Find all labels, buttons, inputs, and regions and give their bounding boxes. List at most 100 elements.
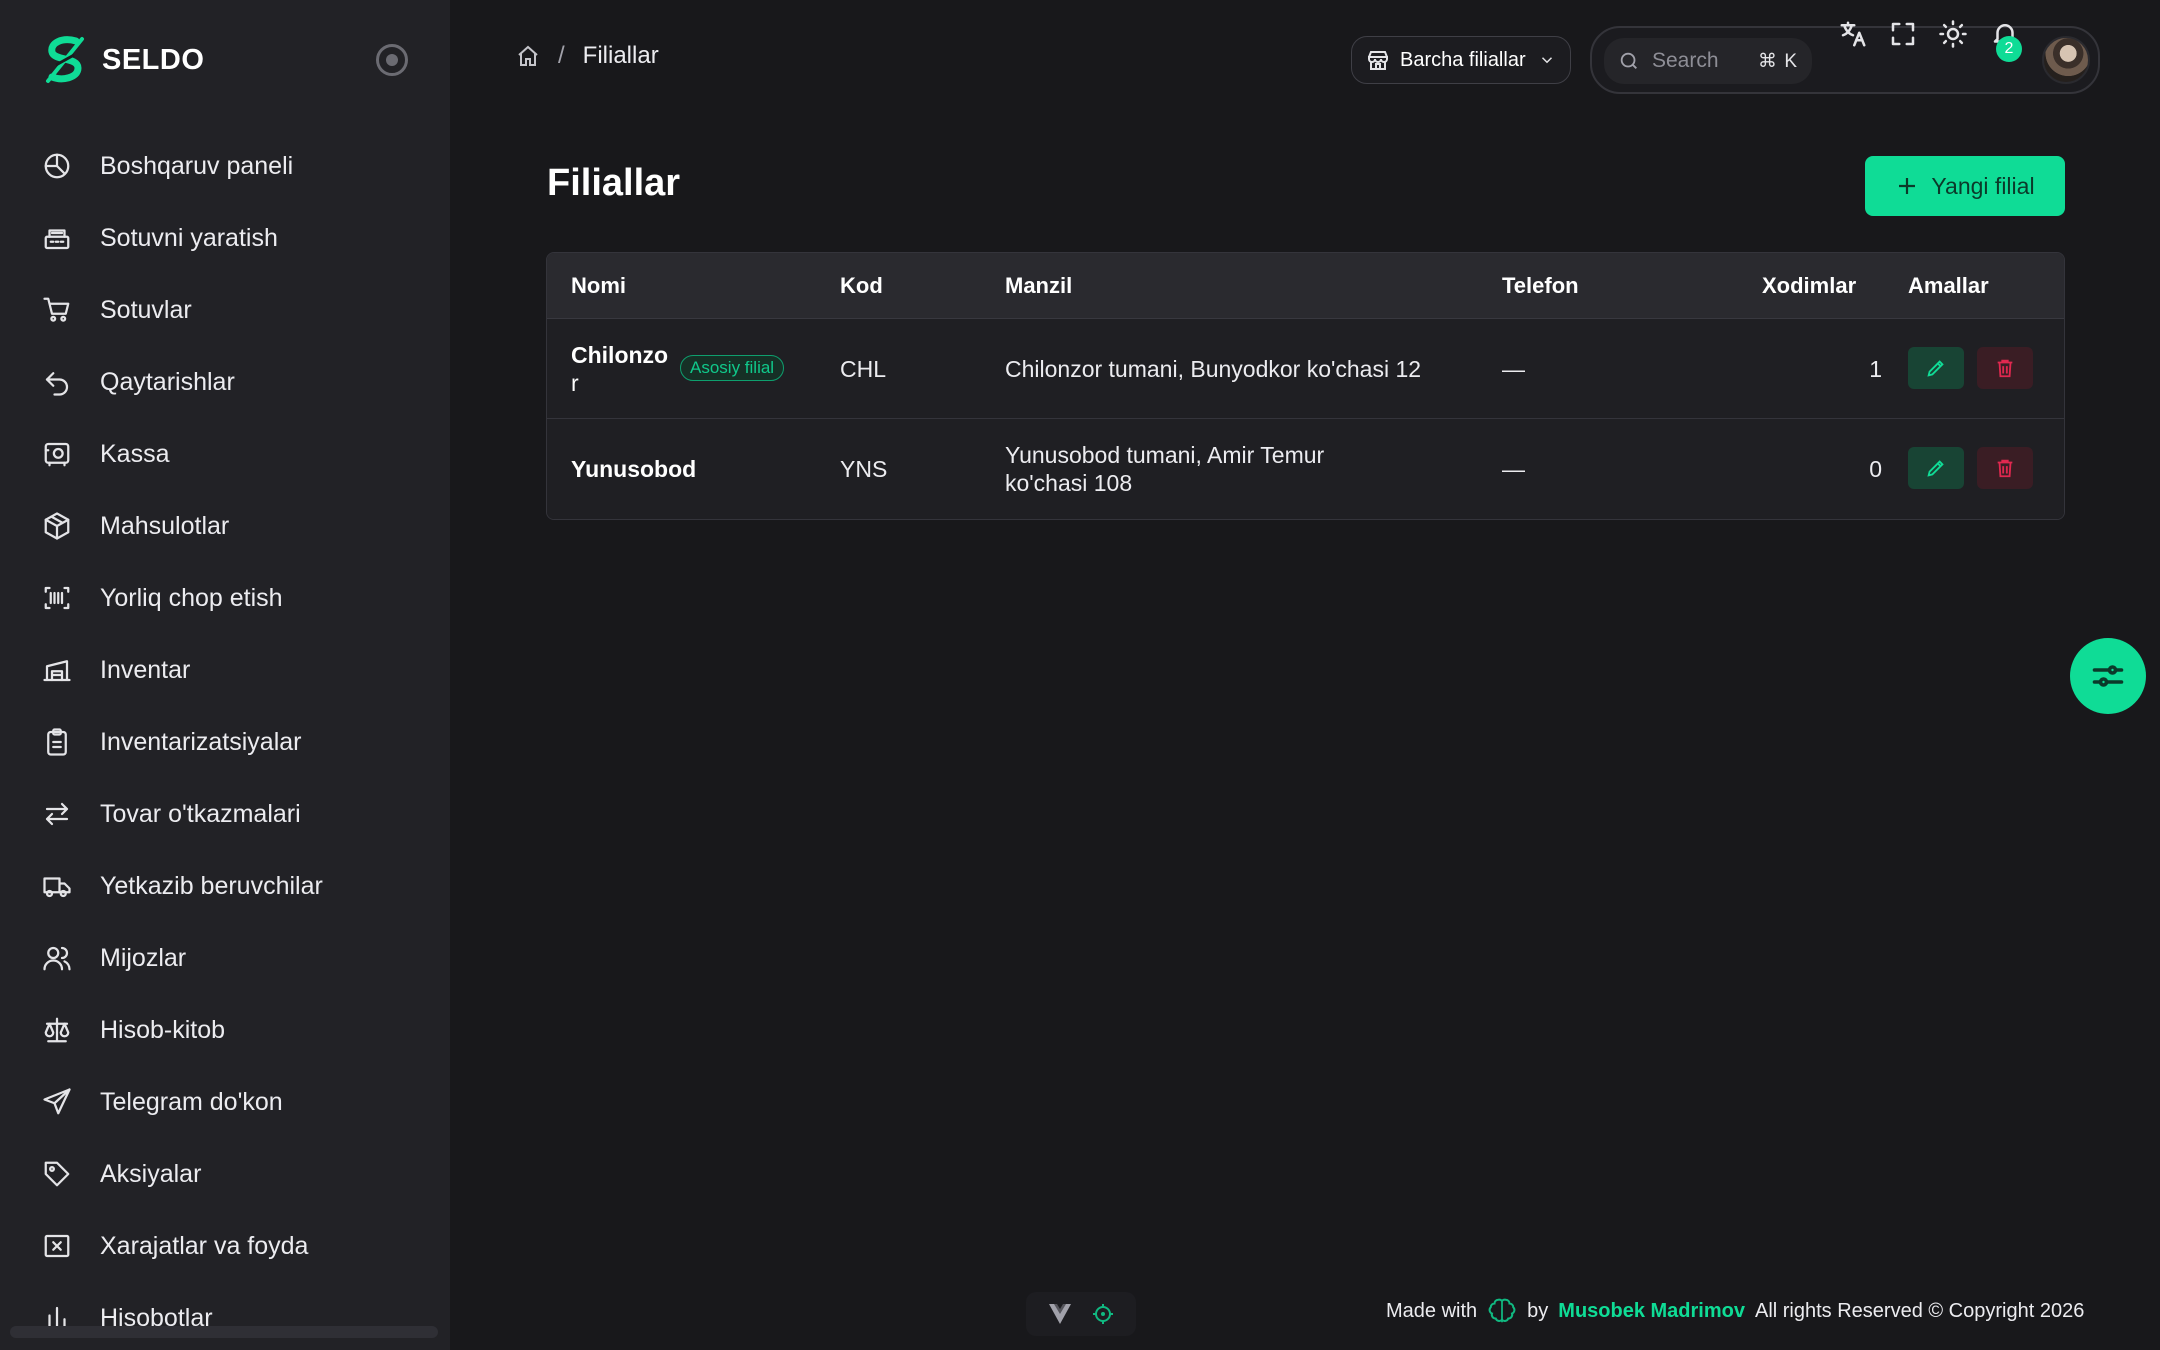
- translate-icon[interactable]: [1838, 19, 1868, 49]
- plus-icon: [1899, 178, 1916, 194]
- sidebar-item-sales[interactable]: Sotuvlar: [0, 274, 450, 346]
- brand[interactable]: SELDO: [42, 34, 204, 86]
- box-icon: [42, 511, 72, 541]
- vue-logo-icon: [1048, 1304, 1071, 1324]
- delete-button[interactable]: [1977, 447, 2033, 489]
- footer-copyright: All rights Reserved © Copyright 2026: [1754, 1299, 2085, 1322]
- warehouse-icon: [42, 655, 72, 685]
- branch-code: YNS: [840, 456, 888, 482]
- column-header-staff[interactable]: Xodimlar: [1762, 273, 1856, 299]
- trash-icon: [1997, 359, 2013, 378]
- sun-icon[interactable]: [1938, 19, 1968, 49]
- new-branch-button-label: Yangi filial: [1931, 172, 2035, 199]
- devtools-toggle[interactable]: [1026, 1292, 1136, 1336]
- branch-name: Yunusobod: [571, 456, 697, 482]
- sidebar-item-stocktakes[interactable]: Inventarizatsiyalar: [0, 706, 450, 778]
- notification-badge: 2: [1996, 36, 2022, 62]
- sidebar: SELDO Boshqaruv paneli Sotuvni yaratish …: [0, 0, 450, 1350]
- table-row: Chilonzo r Asosiy filial CHL Chilonzor t…: [547, 319, 2064, 419]
- column-header-address[interactable]: Manzil: [1005, 273, 1072, 299]
- cash-register-icon: [42, 223, 72, 253]
- sidebar-item-transfers[interactable]: Tovar o'tkazmalari: [0, 778, 450, 850]
- branch-code: CHL: [840, 356, 887, 382]
- branch-address-line: Yunusobod tumani, Amir Temur: [1005, 442, 1325, 468]
- crosshair-icon: [1092, 1304, 1113, 1324]
- column-header-name[interactable]: Nomi: [571, 273, 626, 299]
- sidebar-item-accounting[interactable]: Hisob-kitob: [0, 994, 450, 1066]
- delete-button[interactable]: [1977, 347, 2033, 389]
- pencil-icon: [1927, 360, 1944, 377]
- page-title: Filiallar: [547, 162, 681, 204]
- branch-address-line: ko'chasi 108: [1005, 470, 1133, 496]
- pencil-icon: [1927, 460, 1944, 477]
- footer: Made with by Musobek Madrimov All rights…: [1386, 1296, 2084, 1326]
- return-icon: [42, 367, 72, 397]
- settings-fab-button[interactable]: [2070, 638, 2146, 714]
- footer-made-with: Made with: [1386, 1299, 1478, 1322]
- branch-select-value: Barcha filiallar: [1400, 48, 1526, 71]
- seldo-logo-icon: [46, 36, 84, 83]
- home-icon[interactable]: [516, 44, 540, 68]
- breadcrumb: / Filiallar: [516, 42, 659, 70]
- sidebar-scrollbar[interactable]: [10, 1326, 438, 1338]
- scale-icon: [42, 1015, 72, 1045]
- footer-author-link[interactable]: Musobek Madrimov: [1558, 1300, 1745, 1323]
- fullscreen-icon[interactable]: [1888, 19, 1918, 49]
- branch-phone: —: [1502, 356, 1525, 382]
- sidebar-item-telegram-shop[interactable]: Telegram do'kon: [0, 1066, 450, 1138]
- users-icon: [42, 943, 72, 973]
- cart-icon: [42, 295, 72, 325]
- sidebar-item-suppliers[interactable]: Yetkazib beruvchilar: [0, 850, 450, 922]
- search-input[interactable]: Search ⌘ K: [1604, 38, 1812, 84]
- sidebar-item-label: Qaytarishlar: [100, 367, 235, 396]
- clipboard-icon: [42, 727, 72, 757]
- search-shortcut: ⌘ K: [1758, 50, 1798, 72]
- table-row: Yunusobod YNS Yunusobod tumani, Amir Tem…: [547, 419, 2064, 519]
- sidebar-item-label: Hisob-kitob: [100, 1015, 226, 1044]
- footer-by: by: [1527, 1299, 1549, 1322]
- column-header-phone[interactable]: Telefon: [1502, 273, 1579, 299]
- sidebar-item-inventory[interactable]: Inventar: [0, 634, 450, 706]
- safe-icon: [42, 439, 72, 469]
- sidebar-item-customers[interactable]: Mijozlar: [0, 922, 450, 994]
- sidebar-item-label: Kassa: [100, 439, 170, 468]
- sidebar-item-expenses-profit[interactable]: Xarajatlar va foyda: [0, 1210, 450, 1282]
- branch-phone: —: [1502, 456, 1525, 482]
- sidebar-item-label: Xarajatlar va foyda: [100, 1231, 309, 1260]
- sidebar-item-label: Mahsulotlar: [100, 511, 230, 540]
- sidebar-item-label-print[interactable]: Yorliq chop etish: [0, 562, 450, 634]
- sidebar-item-reports[interactable]: Hisobotlar: [0, 1282, 450, 1350]
- sidebar-item-label: Sotuvni yaratish: [100, 223, 278, 252]
- sidebar-item-label: Inventar: [100, 655, 191, 684]
- chevron-down-icon: [1541, 57, 1553, 64]
- branch-select[interactable]: Barcha filiallar: [1351, 36, 1571, 84]
- brand-name: SELDO: [102, 43, 205, 76]
- breadcrumb-separator: /: [558, 42, 565, 69]
- branches-table: Nomi Kod Manzil Telefon Xodimlar Amallar…: [546, 252, 2065, 520]
- sidebar-item-label: Inventarizatsiyalar: [100, 727, 302, 756]
- sidebar-collapse-button[interactable]: [376, 44, 408, 76]
- sidebar-item-label: Aksiyalar: [100, 1159, 202, 1188]
- sidebar-item-label: Sotuvlar: [100, 295, 192, 324]
- sidebar-nav: Boshqaruv paneli Sotuvni yaratish Sotuvl…: [0, 130, 450, 1350]
- sidebar-item-products[interactable]: Mahsulotlar: [0, 490, 450, 562]
- trash-icon: [1997, 459, 2013, 478]
- sidebar-item-label: Yetkazib beruvchilar: [100, 871, 323, 900]
- avatar[interactable]: [2042, 36, 2090, 84]
- column-header-code[interactable]: Kod: [840, 273, 883, 299]
- sidebar-item-dashboard[interactable]: Boshqaruv paneli: [0, 130, 450, 202]
- branch-staff-count: 1: [1869, 356, 1882, 382]
- sliders-icon: [2092, 665, 2124, 687]
- branch-name-line: r: [571, 370, 579, 396]
- sidebar-item-create-sale[interactable]: Sotuvni yaratish: [0, 202, 450, 274]
- tag-icon: [42, 1159, 72, 1189]
- sidebar-item-promotions[interactable]: Aksiyalar: [0, 1138, 450, 1210]
- truck-icon: [42, 871, 72, 901]
- new-branch-button[interactable]: Yangi filial: [1865, 156, 2065, 216]
- sidebar-item-cashbox[interactable]: Kassa: [0, 418, 450, 490]
- edit-button[interactable]: [1908, 447, 1964, 489]
- sidebar-item-returns[interactable]: Qaytarishlar: [0, 346, 450, 418]
- sidebar-item-label: Telegram do'kon: [100, 1087, 283, 1116]
- edit-button[interactable]: [1908, 347, 1964, 389]
- branch-address: Yunusobod tumani, Amir Temur ko'chasi 10…: [1005, 441, 1405, 497]
